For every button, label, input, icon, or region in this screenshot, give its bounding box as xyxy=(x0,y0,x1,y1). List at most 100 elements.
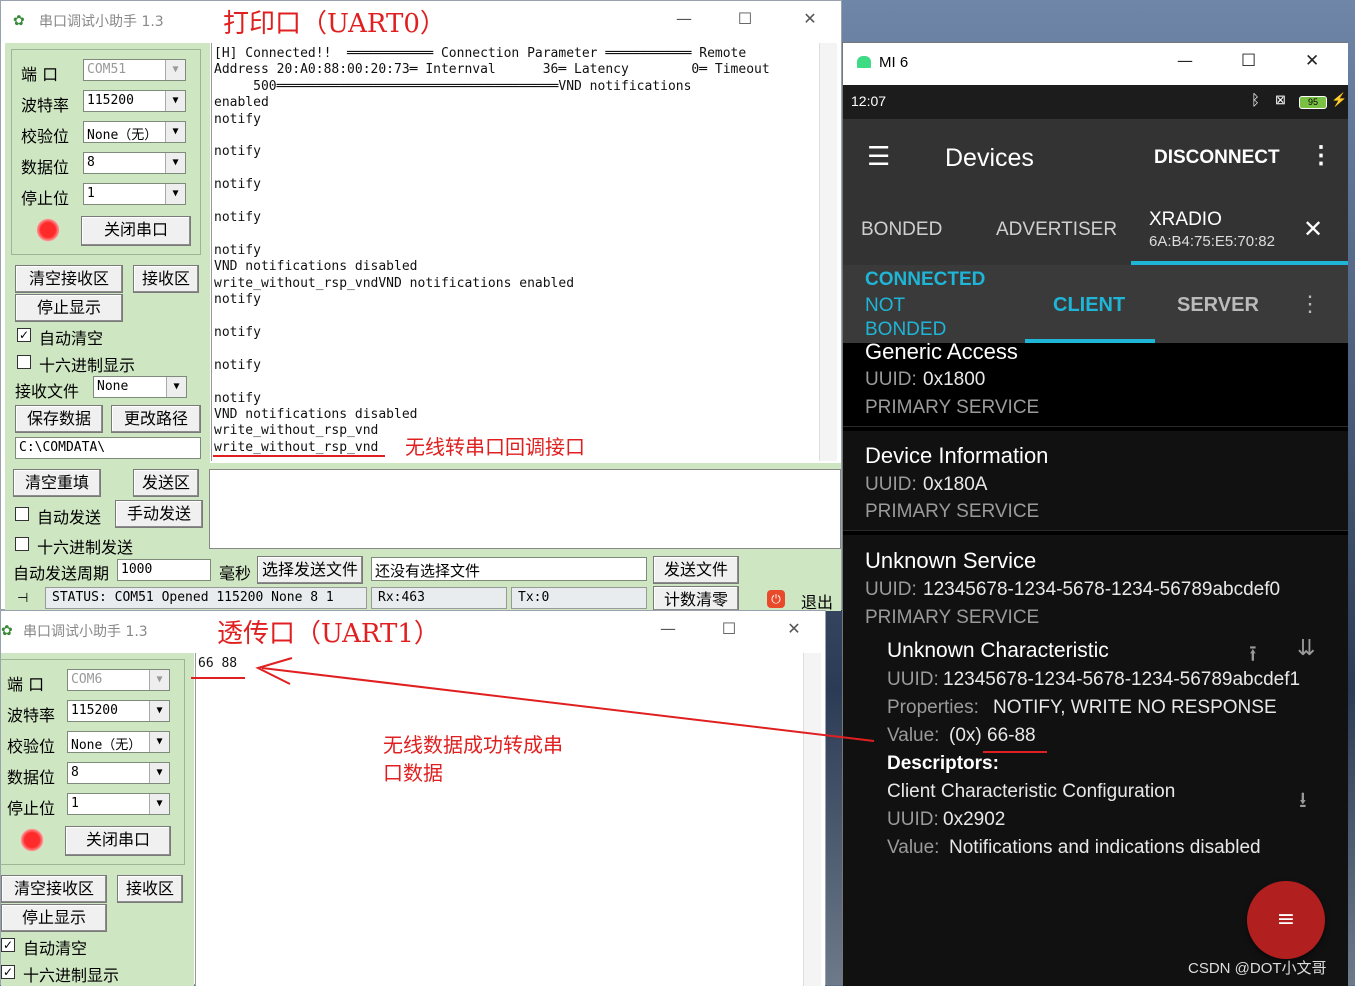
auto-clear-label: 自动清空 xyxy=(39,329,104,348)
recv-area-button[interactable]: 接收区 xyxy=(133,265,199,293)
log-line: VND notifications disabled xyxy=(214,406,418,422)
close-port-button[interactable]: 关闭串口 xyxy=(65,826,171,856)
stopbits-value: 1 xyxy=(87,186,95,201)
databits-select[interactable]: 8 ▼ xyxy=(67,762,170,784)
close-icon[interactable]: ✕ xyxy=(795,9,825,28)
stop-display-button[interactable]: 停止显示 xyxy=(1,904,107,932)
send-file-button[interactable]: 发送文件 xyxy=(653,556,739,584)
tab-advertiser[interactable]: ADVERTISER xyxy=(996,219,1117,241)
menu-icon[interactable]: ☰ xyxy=(867,141,890,172)
hex-send-checkbox[interactable] xyxy=(15,537,29,551)
stopbits-select[interactable]: 1 ▼ xyxy=(83,183,186,205)
stopbits-select[interactable]: 1 ▼ xyxy=(67,793,170,815)
service-generic-access[interactable]: Generic Access UUID: 0x1800 PRIMARY SERV… xyxy=(843,339,1348,427)
clear-recv-button[interactable]: 清空接收区 xyxy=(1,875,107,903)
log-line: VND notifications disabled xyxy=(214,259,418,275)
send-area-button[interactable]: 发送区 xyxy=(133,469,199,497)
uart0-log-scrollbar[interactable] xyxy=(819,43,837,461)
send-input[interactable] xyxy=(209,469,841,549)
chevron-down-icon: ▼ xyxy=(149,794,169,814)
service-type: PRIMARY SERVICE xyxy=(865,607,1040,628)
app-icon: ✿ xyxy=(13,13,25,29)
auto-send-checkbox[interactable] xyxy=(15,507,29,521)
close-icon[interactable]: ✕ xyxy=(1305,51,1319,71)
recv-area-button[interactable]: 接收区 xyxy=(117,875,183,903)
clock: 12:07 xyxy=(851,93,887,109)
log-line: notify xyxy=(214,111,261,127)
bluetooth-icon: ᛒ xyxy=(1251,92,1261,109)
minimize-icon[interactable]: — xyxy=(669,9,699,28)
tab-bonded[interactable]: BONDED xyxy=(861,219,942,241)
loop-underline xyxy=(213,455,385,457)
parity-select[interactable]: None（无） ▼ xyxy=(67,731,170,753)
reset-count-button[interactable]: 计数清零 xyxy=(653,586,739,611)
server-menu-icon[interactable]: ⋮ xyxy=(1299,291,1321,317)
choose-file-button[interactable]: 选择发送文件 xyxy=(257,556,363,584)
hex-display-label: 十六进制显示 xyxy=(23,966,120,985)
recv-file-value: None xyxy=(97,379,129,394)
close-tab-icon[interactable]: ✕ xyxy=(1303,215,1323,244)
characteristic-item[interactable]: Unknown Characteristic ⭱ ⇊ UUID: 1234567… xyxy=(843,635,1348,879)
overflow-menu-icon[interactable]: ⋮ xyxy=(1309,141,1333,170)
parity-label: 校验位 xyxy=(21,127,70,146)
maximize-icon[interactable]: ☐ xyxy=(1241,51,1256,71)
recv-file-select[interactable]: None ▼ xyxy=(93,376,187,398)
maximize-icon[interactable]: ☐ xyxy=(714,619,744,638)
tab-client[interactable]: CLIENT xyxy=(1053,294,1125,317)
save-data-button[interactable]: 保存数据 xyxy=(15,405,103,433)
hex-display-checkbox[interactable]: ✓ xyxy=(1,965,15,979)
uart1-annotation: 透传口（UART1） xyxy=(217,619,440,649)
change-path-button[interactable]: 更改路径 xyxy=(111,405,201,433)
baud-select[interactable]: 115200 ▼ xyxy=(83,90,186,112)
minimize-icon[interactable]: — xyxy=(653,619,683,638)
log-line: notify xyxy=(214,390,261,406)
properties-value: NOTIFY, WRITE NO RESPONSE xyxy=(993,697,1277,718)
service-device-information[interactable]: Device Information UUID: 0x180A PRIMARY … xyxy=(843,431,1348,531)
app-title: Devices xyxy=(945,144,1034,172)
auto-clear-checkbox[interactable]: ✓ xyxy=(17,328,31,342)
descriptor-read-icon[interactable]: ⭳ xyxy=(1299,783,1307,821)
hex-display-checkbox[interactable] xyxy=(17,355,31,369)
pin-icon: ⊣ xyxy=(17,591,29,606)
auto-clear-checkbox[interactable]: ✓ xyxy=(1,938,15,952)
auto-period-input[interactable]: 1000 xyxy=(117,559,211,581)
desc-value-label: Value: xyxy=(887,837,940,858)
databits-value: 8 xyxy=(87,155,95,170)
stop-display-button[interactable]: 停止显示 xyxy=(15,294,123,322)
minimize-icon[interactable]: — xyxy=(1177,51,1193,70)
phone-titlebar[interactable]: MI 6 — ☐ ✕ xyxy=(843,43,1348,85)
close-icon[interactable]: ✕ xyxy=(779,619,809,638)
log-line: Address 20:A0:88:00:20:73═ Internval 36═… xyxy=(214,62,770,78)
uart1-log-scrollbar[interactable] xyxy=(803,653,821,986)
path-field[interactable]: C:\COMDATA\ xyxy=(15,437,201,459)
descriptor-uuid: 0x2902 xyxy=(943,809,1006,830)
port-select[interactable]: COM6 ▼ xyxy=(67,669,170,691)
port-value: COM6 xyxy=(71,672,103,687)
connection-bar: CONNECTED NOT BONDED CLIENT SERVER ⋮ xyxy=(843,265,1348,343)
port-select[interactable]: COM51 ▼ xyxy=(83,59,186,81)
uart1-window: ✿ 串口调试小助手 1.3 — ☐ ✕ 透传口（UART1） 端 口 COM6 ▼… xyxy=(0,610,826,986)
databits-value: 8 xyxy=(71,765,79,780)
manual-send-button[interactable]: 手动发送 xyxy=(115,500,203,528)
tab-server[interactable]: SERVER xyxy=(1177,294,1259,317)
baud-value: 115200 xyxy=(71,703,118,718)
close-port-button[interactable]: 关闭串口 xyxy=(81,216,191,246)
clear-recv-button[interactable]: 清空接收区 xyxy=(15,265,123,293)
parity-label: 校验位 xyxy=(7,737,56,756)
databits-label: 数据位 xyxy=(7,768,56,787)
disconnect-button[interactable]: DISCONNECT xyxy=(1154,147,1280,169)
char-uuid-label: UUID: xyxy=(887,669,939,690)
characteristic-name: Unknown Characteristic xyxy=(887,639,1109,662)
baud-select[interactable]: 115200 ▼ xyxy=(67,700,170,722)
chevron-down-icon: ▼ xyxy=(166,377,186,397)
clear-refill-button[interactable]: 清空重填 xyxy=(13,469,101,497)
arrow-annotation-line2: 口数据 xyxy=(383,761,443,785)
hex-send-label: 十六进制发送 xyxy=(37,538,134,557)
databits-select[interactable]: 8 ▼ xyxy=(83,152,186,174)
fab-button[interactable]: ≡ xyxy=(1247,881,1325,959)
tab-device-name[interactable]: XRADIO xyxy=(1149,209,1222,231)
write-multiple-icon[interactable]: ⇊ xyxy=(1297,635,1315,661)
maximize-icon[interactable]: ☐ xyxy=(730,9,760,28)
parity-select[interactable]: None（无） ▼ xyxy=(83,121,186,143)
